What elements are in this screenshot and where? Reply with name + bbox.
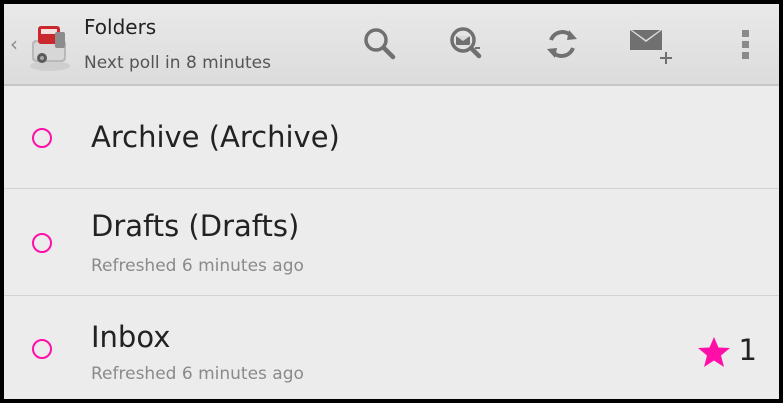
search-icon [364,28,396,60]
folder-row-archive[interactable]: Archive (Archive) [4,86,779,189]
app-window: ‹ Folders Next poll in 8 minutes Archive… [4,4,779,399]
search-remote-icon [450,27,482,59]
action-bar: ‹ Folders Next poll in 8 minutes [4,4,779,86]
flagged-star-icon [698,337,730,367]
compose-button[interactable] [624,18,676,70]
folder-name: Inbox [91,320,171,354]
folder-color-indicator [32,339,52,359]
folder-row-inbox[interactable]: Inbox Refreshed 6 minutes ago 1 [4,296,779,399]
app-logo-icon[interactable] [22,18,78,74]
folder-color-indicator [32,128,52,148]
up-navigation-icon[interactable]: ‹ [10,32,18,56]
folder-row-drafts[interactable]: Drafts (Drafts) Refreshed 6 minutes ago [4,189,779,296]
overflow-menu-button[interactable] [720,18,772,70]
folder-name: Drafts (Drafts) [91,209,300,243]
folder-color-indicator [32,233,52,253]
folder-name: Archive (Archive) [91,120,340,154]
search-remote-button[interactable] [441,18,493,70]
compose-icon [630,30,672,64]
overflow-menu-icon [742,30,749,59]
page-title: Folders [84,15,157,39]
refresh-button[interactable] [536,18,588,70]
flagged-count[interactable]: 1 [739,333,757,367]
folder-refresh-status: Refreshed 6 minutes ago [91,256,304,276]
search-button[interactable] [354,18,406,70]
poll-status: Next poll in 8 minutes [84,53,271,73]
refresh-icon [547,30,577,58]
folder-refresh-status: Refreshed 6 minutes ago [91,364,304,384]
